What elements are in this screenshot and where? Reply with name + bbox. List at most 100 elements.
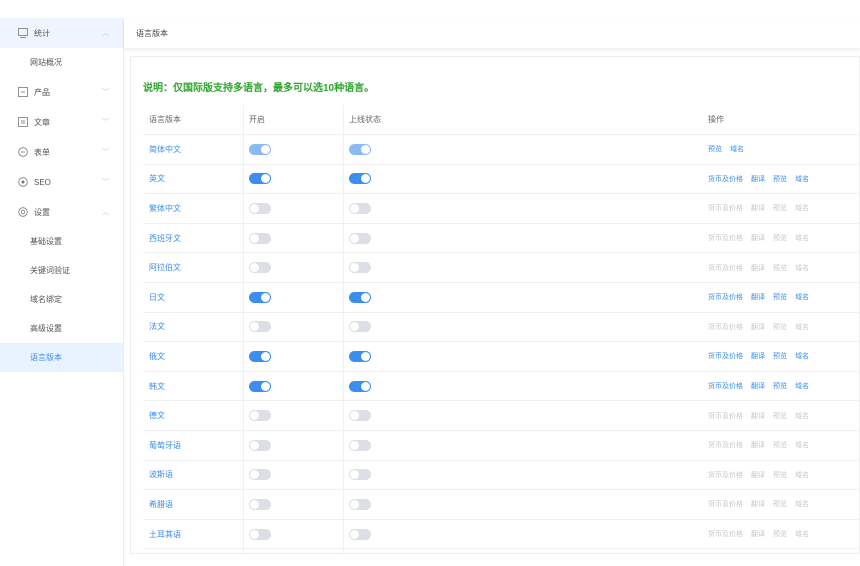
preview-link[interactable]: 预览 — [773, 233, 787, 243]
translate-link[interactable]: 翻译 — [751, 499, 765, 509]
open-toggle[interactable] — [249, 232, 271, 244]
language-name[interactable]: 英文 — [149, 165, 239, 194]
translate-link[interactable]: 翻译 — [751, 440, 765, 450]
currency-price-link[interactable]: 货币及价格 — [708, 263, 743, 273]
preview-link[interactable]: 预览 — [773, 263, 787, 273]
online-status-toggle[interactable] — [349, 439, 371, 451]
domain-link[interactable]: 域名 — [795, 381, 809, 391]
preview-link[interactable]: 预览 — [773, 203, 787, 213]
translate-link[interactable]: 翻译 — [751, 263, 765, 273]
language-name[interactable]: 葡萄牙语 — [149, 431, 239, 460]
online-status-toggle[interactable] — [349, 350, 371, 362]
language-name[interactable]: 日文 — [149, 283, 239, 312]
translate-link[interactable]: 翻译 — [751, 233, 765, 243]
preview-link[interactable]: 预览 — [773, 322, 787, 332]
translate-link[interactable]: 翻译 — [751, 411, 765, 421]
domain-link[interactable]: 域名 — [795, 440, 809, 450]
online-status-toggle[interactable] — [349, 380, 371, 392]
sidebar-item-advanced-settings[interactable]: 高级设置 — [0, 314, 123, 343]
preview-link[interactable]: 预览 — [773, 499, 787, 509]
domain-link[interactable]: 域名 — [795, 292, 809, 302]
open-toggle[interactable] — [249, 202, 271, 214]
domain-link[interactable]: 域名 — [795, 203, 809, 213]
language-name[interactable]: 简体中文 — [149, 135, 239, 164]
preview-link[interactable]: 预览 — [773, 292, 787, 302]
preview-link[interactable]: 预览 — [773, 529, 787, 539]
translate-link[interactable]: 翻译 — [751, 351, 765, 361]
open-toggle[interactable] — [249, 410, 271, 422]
open-toggle[interactable] — [249, 498, 271, 510]
sidebar-item-site-overview[interactable]: 网站概况 — [0, 48, 123, 77]
domain-link[interactable]: 域名 — [795, 470, 809, 480]
preview-link[interactable]: 预览 — [773, 174, 787, 184]
domain-link[interactable]: 域名 — [795, 351, 809, 361]
domain-link[interactable]: 域名 — [795, 529, 809, 539]
sidebar-item-stats[interactable]: 统计 ︿ — [0, 18, 123, 48]
currency-price-link[interactable]: 货币及价格 — [708, 499, 743, 509]
online-status-toggle[interactable] — [349, 262, 371, 274]
translate-link[interactable]: 翻译 — [751, 292, 765, 302]
open-toggle[interactable] — [249, 321, 271, 333]
currency-price-link[interactable]: 货币及价格 — [708, 233, 743, 243]
currency-price-link[interactable]: 货币及价格 — [708, 174, 743, 184]
online-status-toggle[interactable] — [349, 202, 371, 214]
currency-price-link[interactable]: 货币及价格 — [708, 292, 743, 302]
sidebar-item-keyword-verify[interactable]: 关键词验证 — [0, 256, 123, 285]
currency-price-link[interactable]: 货币及价格 — [708, 351, 743, 361]
translate-link[interactable]: 翻译 — [751, 529, 765, 539]
language-name[interactable]: 俄文 — [149, 342, 239, 371]
currency-price-link[interactable]: 货币及价格 — [708, 381, 743, 391]
translate-link[interactable]: 翻译 — [751, 174, 765, 184]
online-status-toggle[interactable] — [349, 232, 371, 244]
sidebar-item-products[interactable]: 产品 ﹀ — [0, 77, 123, 107]
translate-link[interactable]: 翻译 — [751, 381, 765, 391]
online-status-toggle[interactable] — [349, 173, 371, 185]
domain-link[interactable]: 域名 — [795, 499, 809, 509]
domain-link[interactable]: 域名 — [730, 144, 744, 154]
domain-link[interactable]: 域名 — [795, 233, 809, 243]
domain-link[interactable]: 域名 — [795, 263, 809, 273]
preview-link[interactable]: 预览 — [773, 440, 787, 450]
sidebar-item-forms[interactable]: 表单 ﹀ — [0, 137, 123, 167]
currency-price-link[interactable]: 货币及价格 — [708, 203, 743, 213]
domain-link[interactable]: 域名 — [795, 174, 809, 184]
language-name[interactable]: 繁体中文 — [149, 194, 239, 223]
domain-link[interactable]: 域名 — [795, 322, 809, 332]
sidebar-item-domain-binding[interactable]: 域名绑定 — [0, 285, 123, 314]
online-status-toggle[interactable] — [349, 528, 371, 540]
translate-link[interactable]: 翻译 — [751, 470, 765, 480]
online-status-toggle[interactable] — [349, 291, 371, 303]
language-name[interactable]: 西班牙文 — [149, 224, 239, 253]
language-name[interactable]: 韩文 — [149, 372, 239, 401]
sidebar-item-seo[interactable]: SEO ﹀ — [0, 167, 123, 197]
language-name[interactable]: 希腊语 — [149, 490, 239, 519]
open-toggle[interactable] — [249, 528, 271, 540]
language-name[interactable]: 法文 — [149, 313, 239, 342]
open-toggle[interactable] — [249, 469, 271, 481]
sidebar-item-articles[interactable]: 文章 ﹀ — [0, 107, 123, 137]
domain-link[interactable]: 域名 — [795, 411, 809, 421]
open-toggle[interactable] — [249, 380, 271, 392]
open-toggle[interactable] — [249, 439, 271, 451]
open-toggle[interactable] — [249, 262, 271, 274]
currency-price-link[interactable]: 货币及价格 — [708, 322, 743, 332]
online-status-toggle[interactable] — [349, 498, 371, 510]
language-name[interactable]: 阿拉伯文 — [149, 253, 239, 282]
language-name[interactable]: 波斯语 — [149, 461, 239, 490]
open-toggle[interactable] — [249, 291, 271, 303]
preview-link[interactable]: 预览 — [708, 144, 722, 154]
language-name[interactable]: 德文 — [149, 401, 239, 430]
preview-link[interactable]: 预览 — [773, 381, 787, 391]
language-name[interactable]: 土耳其语 — [149, 520, 239, 549]
sidebar-item-settings[interactable]: 设置 ︿ — [0, 197, 123, 227]
online-status-toggle[interactable] — [349, 321, 371, 333]
currency-price-link[interactable]: 货币及价格 — [708, 440, 743, 450]
preview-link[interactable]: 预览 — [773, 411, 787, 421]
translate-link[interactable]: 翻译 — [751, 322, 765, 332]
currency-price-link[interactable]: 货币及价格 — [708, 470, 743, 480]
currency-price-link[interactable]: 货币及价格 — [708, 411, 743, 421]
currency-price-link[interactable]: 货币及价格 — [708, 529, 743, 539]
preview-link[interactable]: 预览 — [773, 470, 787, 480]
open-toggle[interactable] — [249, 143, 271, 155]
open-toggle[interactable] — [249, 350, 271, 362]
